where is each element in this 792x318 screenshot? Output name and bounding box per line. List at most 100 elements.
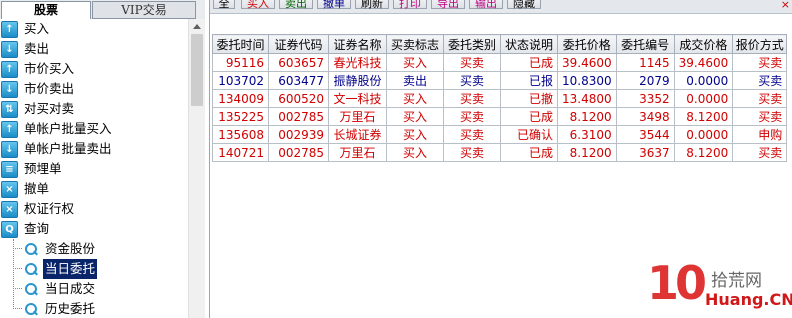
table-cell: 600520 (268, 89, 329, 108)
table-cell: 603477 (268, 71, 329, 90)
tree-item-batch-sell[interactable]: ↓ 单帐户批量卖出 (0, 139, 188, 159)
watermark-site-name: 拾荒网 (711, 271, 762, 291)
table-cell: 13.4800 (557, 89, 617, 108)
toolbar-button-print[interactable]: 打印 (393, 0, 427, 10)
table-cell: 买卖 (443, 143, 501, 162)
table-cell: 买卖 (443, 107, 501, 126)
table-cell: 买卖 (443, 89, 501, 108)
toolbar-button-output[interactable]: 输出 (469, 0, 503, 10)
tree-item-label: 预埋单 (24, 161, 62, 176)
table-cell: 134009 (212, 89, 269, 108)
column-header[interactable]: 委托价格 (557, 34, 617, 54)
toolbar-button-select-all[interactable]: 全选 (213, 0, 235, 10)
table-row[interactable]: 103702 603477 振静股份 卖出 买卖 已报 10.8300 2079 0.0000 买… (212, 71, 788, 90)
tree-item-label: 单帐户批量卖出 (24, 141, 112, 156)
table-cell: 002939 (268, 125, 329, 144)
table-cell: 8.1200 (673, 143, 734, 162)
tree-item-label: 卖出 (24, 41, 50, 56)
tree-item-market-sell[interactable]: ↓ 市价卖出 (0, 79, 188, 99)
tree-subitem-label: 当日委托 (43, 259, 98, 279)
table-cell: 买卖 (732, 107, 788, 126)
tree-item-label: 撤单 (24, 181, 50, 196)
table-cell: 买卖 (732, 71, 788, 90)
tree-subitem-funds[interactable]: 资金股份 (0, 239, 188, 259)
column-header[interactable]: 委托时间 (212, 34, 269, 54)
table-cell: 8.1200 (673, 107, 734, 126)
column-header[interactable]: 成交价格 (673, 34, 734, 54)
table-row[interactable]: 140721 002785 万里石 买入 买卖 已成 8.1200 3637 8.1200 买卖 (212, 143, 788, 162)
column-header[interactable]: 证券代码 (268, 34, 329, 54)
tree-item-label: 市价买入 (24, 61, 75, 76)
table-cell: 135608 (212, 125, 269, 144)
table-cell: 已成 (500, 107, 558, 126)
toolbar-button-cancel[interactable]: 撤单 (317, 0, 351, 10)
toolbar-button-refresh[interactable]: 刷新 (355, 0, 389, 10)
tree-item-batch-buy[interactable]: ↑ 单帐户批量买入 (0, 119, 188, 139)
table-cell: 买入 (386, 107, 444, 126)
tree-item-buy[interactable]: ↑ 买入 (0, 19, 188, 39)
tree-item-warrant[interactable]: × 权证行权 (0, 199, 188, 219)
tree-item-label: 单帐户批量买入 (24, 121, 112, 136)
tree-item-preorder[interactable]: ≡ 预埋单 (0, 159, 188, 179)
column-header[interactable]: 状态说明 (500, 34, 558, 54)
column-header[interactable]: 委托编号 (615, 34, 675, 54)
left-panel: 股票 VIP交易 ↑ 买入 ↓ 卖出 ↑ 市价买入 ↓ 市价卖出 ⇅ 对买对卖 (0, 0, 205, 318)
table-cell: 卖出 (386, 71, 444, 90)
tree-item-market-buy[interactable]: ↑ 市价买入 (0, 59, 188, 79)
table-row[interactable]: 135225 002785 万里石 买入 买卖 已成 8.1200 3498 8.1200 买卖 (212, 107, 788, 126)
scrollbar-thumb[interactable] (191, 34, 203, 106)
table-row[interactable]: 134009 600520 文一科技 买入 买卖 已撤 13.4800 3352 0.0000 买… (212, 89, 788, 108)
table-cell: 买入 (386, 125, 444, 144)
toolbar-button-export[interactable]: 导出 (431, 0, 465, 10)
table-cell: 文一科技 (328, 89, 387, 108)
query-icon: Q (1, 221, 18, 238)
table-cell: 买卖 (732, 53, 788, 72)
tree-subitem-label: 当日成交 (45, 281, 96, 296)
column-header[interactable]: 报价方式 (732, 34, 788, 54)
table-row[interactable]: 95116 603657 春光科技 买入 买卖 已成 39.4600 1145 39.4600 买… (212, 53, 788, 72)
table-cell: 3352 (615, 89, 675, 108)
toolbar-button-hide[interactable]: 隐藏 (507, 0, 541, 10)
tree-item-label: 查询 (24, 221, 50, 236)
swap-icon: ⇅ (1, 101, 18, 118)
tree-item-query[interactable]: Q 查询 (0, 219, 188, 239)
table-cell: 买卖 (732, 89, 788, 108)
table-cell: 3498 (615, 107, 675, 126)
close-icon[interactable]: × (781, 0, 790, 10)
column-header[interactable]: 证券名称 (328, 34, 387, 54)
table-cell: 已撤 (500, 89, 558, 108)
table-cell: 春光科技 (328, 53, 387, 72)
tree-subitem-today-trades[interactable]: 当日成交 (0, 279, 188, 299)
table-cell: 0.0000 (673, 71, 734, 90)
tab-bar: 股票 VIP交易 (0, 0, 205, 19)
column-header[interactable]: 委托类别 (443, 34, 501, 54)
tree-subitem-history-orders[interactable]: 历史委托 (0, 299, 188, 318)
table-cell: 长城证券 (328, 125, 387, 144)
header-row: 委托时间 证券代码 证券名称 买卖标志 委托类别 状态说明 委托价格 委托编号 … (212, 34, 788, 54)
tree-item-cancel[interactable]: × 撤单 (0, 179, 188, 199)
scroll-up-icon[interactable] (193, 24, 201, 29)
tree-item-swap[interactable]: ⇅ 对买对卖 (0, 99, 188, 119)
function-tree: ↑ 买入 ↓ 卖出 ↑ 市价买入 ↓ 市价卖出 ⇅ 对买对卖 ↑ 单帐户批量买入 (0, 19, 188, 318)
tab-vip[interactable]: VIP交易 (92, 1, 196, 19)
table-cell: 买卖 (732, 143, 788, 162)
table-cell: 买入 (386, 143, 444, 162)
magnifier-icon (24, 262, 39, 277)
magnifier-icon (24, 282, 39, 297)
tree-scrollbar[interactable] (188, 19, 205, 318)
toolbar-button-sell[interactable]: 卖出 (279, 0, 313, 10)
table-row[interactable]: 135608 002939 长城证券 买入 买卖 已确认 6.3100 3544 0.0000 申… (212, 125, 788, 144)
table-cell: 买入 (386, 53, 444, 72)
batch-sell-icon: ↓ (1, 141, 18, 158)
tab-stock[interactable]: 股票 (1, 1, 91, 19)
column-header[interactable]: 买卖标志 (386, 34, 444, 54)
table-cell: 已确认 (500, 125, 558, 144)
tree-subitem-today-orders[interactable]: 当日委托 (0, 259, 188, 279)
magnifier-icon (24, 242, 39, 257)
toolbar-button-buy[interactable]: 买入 (241, 0, 275, 10)
table-cell: 已成 (500, 143, 558, 162)
orders-table-body: 95116 603657 春光科技 买入 买卖 已成 39.4600 1145 39.4600 买… (212, 53, 788, 162)
market-buy-icon: ↑ (1, 61, 18, 78)
tree-item-sell[interactable]: ↓ 卖出 (0, 39, 188, 59)
warrant-icon: × (1, 201, 18, 218)
